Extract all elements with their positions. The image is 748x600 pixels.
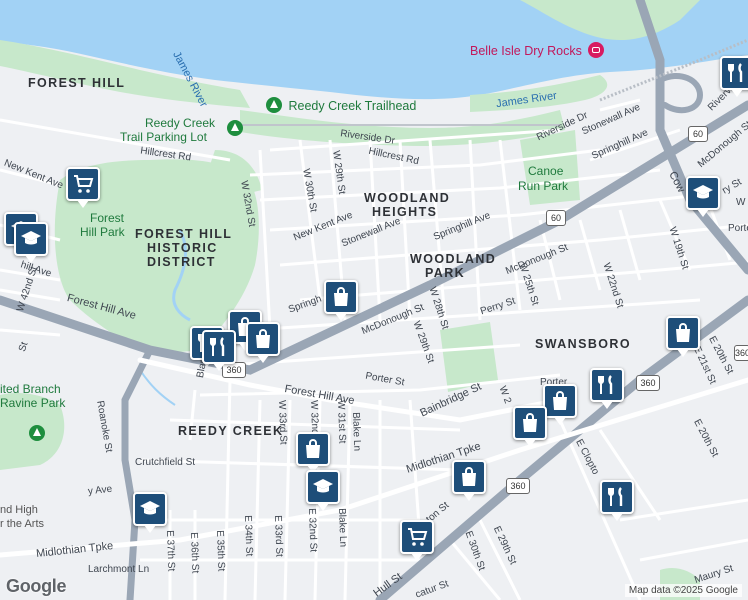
route-shield-360-d: 360 (222, 362, 246, 378)
pin-restaurant[interactable] (720, 56, 748, 97)
label-school-2: r the Arts (0, 518, 45, 530)
label-e-34th: E 34th St (242, 514, 255, 557)
map-attribution[interactable]: Map data ©2025 Google (624, 584, 742, 597)
pin-school[interactable] (306, 470, 340, 511)
label-trail-parking-1: Reedy Creek (145, 116, 216, 130)
label-crutchfield-st: Crutchfield St (135, 457, 196, 468)
pin-school[interactable] (133, 492, 167, 533)
shopping-bag-icon (334, 287, 348, 306)
label-swansboro: SWANSBORO (535, 337, 631, 351)
camera-icon (588, 42, 605, 58)
pin-restaurant[interactable] (600, 480, 634, 521)
label-canoe-run-2: Run Park (518, 179, 569, 193)
label-woodland-park-1: WOODLAND (410, 252, 497, 266)
fork-knife-icon (608, 487, 623, 506)
google-logo[interactable]: Google (6, 576, 67, 597)
park-tree-icon (227, 120, 243, 136)
map-base-layer (0, 0, 748, 600)
pin-grocery[interactable] (66, 167, 100, 208)
route-shield-360-c: 360 (734, 345, 748, 361)
label-porter-e: Porte (728, 223, 748, 234)
pin-school[interactable] (14, 222, 48, 263)
label-woodland-park-2: PARK (425, 266, 466, 280)
label-blake-ln: Blake Ln (350, 411, 363, 452)
pin-restaurant[interactable] (590, 368, 624, 409)
pin-shopping[interactable] (324, 280, 358, 321)
reedy-creek-trailhead-text: Reedy Creek Trailhead (288, 99, 417, 113)
fork-knife-icon (210, 337, 225, 356)
pin-school[interactable] (686, 176, 720, 217)
label-fh-historic-2: HISTORIC (147, 241, 218, 255)
park-tree-icon (266, 97, 282, 113)
label-trail-parking-2: Trail Parking Lot (120, 130, 207, 144)
label-e-32nd: E 32nd St (306, 507, 319, 553)
park-tree-icon (29, 425, 45, 441)
label-w-17: W 1 (736, 197, 748, 208)
cart-icon (74, 175, 94, 193)
pin-grocery[interactable] (400, 520, 434, 561)
shopping-bag-icon (523, 413, 537, 432)
route-shield-60-a: 60 (546, 210, 566, 226)
label-school-1: nd High (0, 504, 38, 516)
label-w-33rd: W 33rd St (276, 399, 289, 445)
label-e-35th: E 35th St (214, 529, 227, 572)
pin-shopping[interactable] (666, 316, 700, 357)
label-fh-historic-3: DISTRICT (147, 255, 216, 269)
shopping-bag-icon (553, 391, 567, 410)
label-blake-ln-s: Blake Ln (336, 507, 349, 548)
graduation-cap-icon (21, 231, 41, 245)
graduation-cap-icon (313, 479, 333, 493)
pin-restaurant[interactable] (202, 330, 236, 371)
label-woodland-heights-1: WOODLAND (364, 191, 451, 205)
label-w-31st: W 31st St (335, 399, 348, 444)
map-canvas[interactable]: FOREST HILL WOODLAND HEIGHTS WOODLAND PA… (0, 0, 748, 600)
label-canoe-run-1: Canoe (528, 164, 564, 178)
pin-shopping[interactable] (246, 322, 280, 363)
route-shield-360-a: 360 (636, 375, 660, 391)
label-woodland-heights-2: HEIGHTS (372, 205, 438, 219)
pin-shopping[interactable] (513, 406, 547, 447)
cart-icon (408, 528, 428, 546)
label-larchmont-ln: Larchmont Ln (88, 564, 150, 575)
label-forest-hill: FOREST HILL (28, 76, 126, 90)
label-e-37th: E 37th St (164, 529, 177, 572)
shopping-bag-icon (462, 467, 476, 486)
pin-shopping[interactable] (452, 460, 486, 501)
pin-shopping[interactable] (543, 384, 577, 425)
label-forest-hill-park-1: Forest (90, 211, 125, 225)
graduation-cap-icon (140, 501, 160, 515)
graduation-cap-icon (693, 185, 713, 199)
route-shield-360-b: 360 (506, 478, 530, 494)
fork-knife-icon (598, 375, 613, 394)
belle-isle-text: Belle Isle Dry Rocks (470, 44, 582, 58)
label-forest-hill-park-2: Hill Park (80, 225, 125, 239)
fork-knife-icon (728, 63, 743, 82)
shopping-bag-icon (306, 439, 320, 458)
label-reedy-creek: REEDY CREEK (178, 424, 284, 438)
label-e-33rd: E 33rd St (272, 514, 285, 558)
label-e-36th: E 36th St (188, 531, 201, 574)
pin-shopping[interactable] (296, 432, 330, 473)
route-shield-60-b: 60 (688, 126, 708, 142)
label-ravine-park-1: ited Branch (0, 382, 61, 396)
label-fh-historic-1: FOREST HILL (135, 227, 233, 241)
label-belle-isle[interactable]: Belle Isle Dry Rocks (470, 42, 605, 58)
shopping-bag-icon (256, 329, 270, 348)
label-ravine-park-2: Ravine Park (0, 396, 66, 410)
shopping-bag-icon (676, 323, 690, 342)
label-reedy-creek-trailhead[interactable]: Reedy Creek Trailhead (266, 97, 416, 113)
